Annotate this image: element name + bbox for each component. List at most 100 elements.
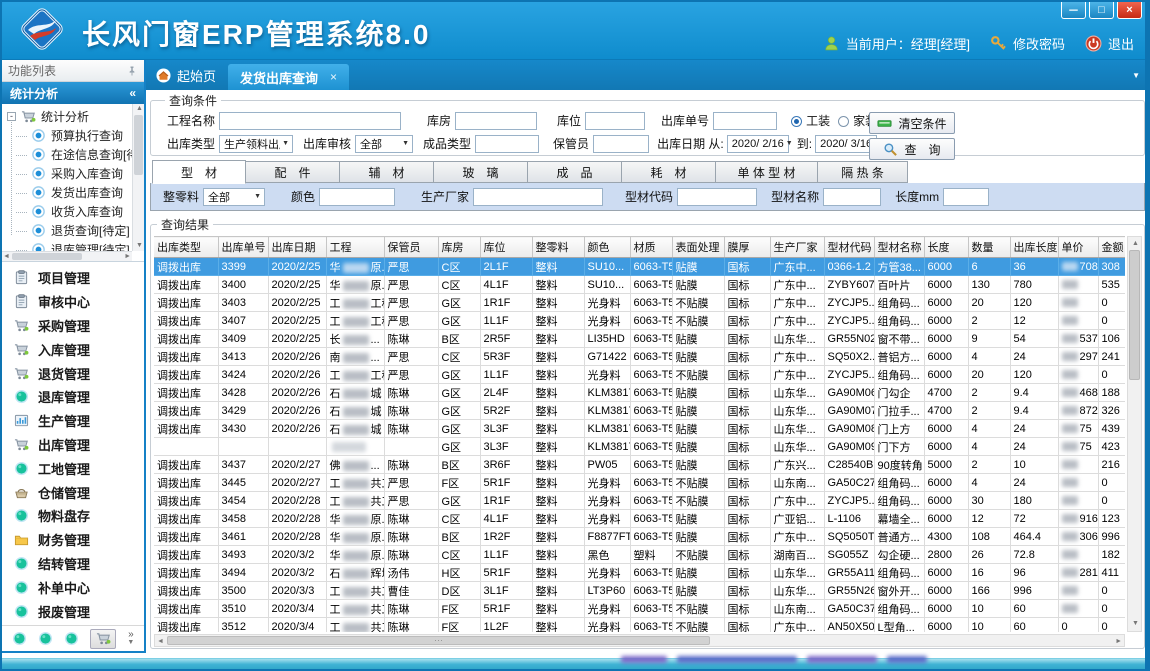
logout-button[interactable]: 退出 — [1085, 34, 1134, 53]
column-header-出库长度[interactable]: 出库长度 — [1010, 237, 1058, 258]
out-type-select[interactable]: 生产领料出库▼ — [219, 135, 293, 153]
table-row[interactable]: 调拨出库34612020/2/28华原...陈琳B区1R2F整料F8877FT6… — [154, 528, 1125, 546]
search-button[interactable]: 查 询 — [869, 138, 955, 160]
material-tab-辅材[interactable]: 辅 材 — [340, 161, 434, 183]
tree-vertical-scrollbar[interactable]: ▲ ▼ — [132, 104, 144, 251]
sidebar-item-退库管理[interactable]: 退库管理 — [2, 385, 144, 409]
date-from-select[interactable]: 2020/ 2/16▼ — [727, 135, 789, 153]
table-row[interactable]: 调拨出库34132020/2/26南...严思C区5R3F整料G71422606… — [154, 348, 1125, 366]
clear-conditions-button[interactable]: 清空条件 — [869, 112, 955, 134]
material-tab-型材[interactable]: 型 材 — [152, 160, 246, 184]
column-header-出库类型[interactable]: 出库类型 — [154, 237, 218, 258]
tree-item-采购入库查询[interactable]: 采购入库查询 — [7, 164, 132, 183]
table-row[interactable]: 调拨出库34032020/2/25工工程严思G区1R1F整料光身料6063-T5… — [154, 294, 1125, 312]
profile-name-input[interactable] — [823, 188, 881, 206]
tree-item-收货入库查询[interactable]: 收货入库查询 — [7, 202, 132, 221]
profile-code-input[interactable] — [677, 188, 757, 206]
tree-item-退货查询[待定][interactable]: 退货查询[待定] — [7, 221, 132, 240]
sidebar-item-财务管理[interactable]: 财务管理 — [2, 528, 144, 552]
tree-root[interactable]: -统计分析 — [7, 107, 132, 126]
dot-shortcut-icon[interactable] — [38, 631, 53, 646]
pin-icon[interactable] — [126, 65, 138, 77]
column-header-整零料[interactable]: 整零料 — [532, 237, 584, 258]
column-header-生产厂家[interactable]: 生产厂家 — [770, 237, 824, 258]
material-tab-隔热条[interactable]: 隔 热 条 — [818, 161, 908, 183]
sidebar-item-生产管理[interactable]: 生产管理 — [2, 409, 144, 433]
material-tab-成品[interactable]: 成 品 — [528, 161, 622, 183]
date-to-select[interactable]: 2020/ 3/16▼ — [815, 135, 877, 153]
dot-shortcut-icon[interactable] — [12, 631, 27, 646]
more-menus-button[interactable]: » ▼ — [127, 631, 134, 647]
column-header-数量[interactable]: 数量 — [968, 237, 1010, 258]
sidebar-item-项目管理[interactable]: 项目管理 — [2, 266, 144, 290]
table-row[interactable]: 调拨出库34542020/2/28工共工程严思G区1R1F整料光身料6063-T… — [154, 492, 1125, 510]
audit-select[interactable]: 全部▼ — [355, 135, 413, 153]
table-row[interactable]: G区3L3F整料KLM38176063-T5贴膜国标山东华...GA90M09.… — [154, 438, 1125, 456]
column-header-膜厚[interactable]: 膜厚 — [724, 237, 770, 258]
manufacturer-input[interactable] — [473, 188, 603, 206]
tree-item-在途信息查询[待[interactable]: 在途信息查询[待 — [7, 145, 132, 164]
cart-shortcut-button[interactable] — [90, 629, 116, 649]
column-header-工程[interactable]: 工程 — [326, 237, 384, 258]
column-header-材质[interactable]: 材质 — [630, 237, 672, 258]
location-input[interactable] — [585, 112, 645, 130]
sidebar-item-采购管理[interactable]: 采购管理 — [2, 314, 144, 338]
sidebar-item-退货管理[interactable]: 退货管理 — [2, 361, 144, 385]
table-row[interactable]: 调拨出库35122020/3/4工共工程陈琳F区1L2F整料光身料6063-T5… — [154, 618, 1125, 633]
radio-gongzhuang[interactable]: 工装 — [791, 112, 830, 129]
close-button[interactable]: × — [1117, 2, 1142, 19]
table-row[interactable]: 调拨出库34932020/3/2华原...陈琳C区1L1F整料黑色塑料不贴膜国标… — [154, 546, 1125, 564]
change-password-button[interactable]: 修改密码 — [990, 34, 1065, 53]
column-header-库位[interactable]: 库位 — [480, 237, 532, 258]
material-tab-配件[interactable]: 配 件 — [246, 161, 340, 183]
dot-shortcut-icon[interactable] — [64, 631, 79, 646]
column-header-出库单号[interactable]: 出库单号 — [218, 237, 268, 258]
collapse-icon[interactable]: « — [129, 86, 136, 100]
column-header-长度[interactable]: 长度 — [924, 237, 968, 258]
sidebar-item-审核中心[interactable]: 审核中心 — [2, 290, 144, 314]
tab-shipping-outbound-query[interactable]: 发货出库查询 × — [228, 64, 349, 90]
column-header-保管员[interactable]: 保管员 — [384, 237, 438, 258]
column-header-型材代码[interactable]: 型材代码 — [824, 237, 874, 258]
tree-item-退库管理[待定][interactable]: 退库管理[待定] — [7, 240, 132, 251]
table-row[interactable]: 调拨出库34002020/2/25华原...严思C区4L1F整料SU10...6… — [154, 276, 1125, 294]
table-row[interactable]: 调拨出库34242020/2/26工工程严思G区1L1F整料光身料6063-T5… — [154, 366, 1125, 384]
table-row[interactable]: 调拨出库34292020/2/26石城陈琳G区5R2F整料KLM38176063… — [154, 402, 1125, 420]
sidebar-item-工地管理[interactable]: 工地管理 — [2, 456, 144, 480]
grid-horizontal-scrollbar[interactable]: ◄ ► — [154, 634, 1125, 647]
tree-item-预算执行查询[interactable]: 预算执行查询 — [7, 126, 132, 145]
sidebar-item-结转管理[interactable]: 结转管理 — [2, 552, 144, 576]
table-row[interactable]: 调拨出库35102020/3/4工共工程陈琳F区5R1F整料光身料6063-T5… — [154, 600, 1125, 618]
sidebar-section-header[interactable]: 统计分析 « — [2, 82, 144, 104]
warehouse-input[interactable] — [455, 112, 537, 130]
sidebar-item-出库管理[interactable]: 出库管理 — [2, 433, 144, 457]
product-type-input[interactable] — [475, 135, 539, 153]
table-row[interactable]: 调拨出库34072020/2/25工工程严思G区1L1F整料光身料6063-T5… — [154, 312, 1125, 330]
sidebar-item-入库管理[interactable]: 入库管理 — [2, 337, 144, 361]
column-header-表面处理[interactable]: 表面处理 — [672, 237, 724, 258]
keeper-input[interactable] — [593, 135, 649, 153]
table-row[interactable]: 调拨出库35002020/3/3工共工程曹佳D区3L1F整料LT3P606063… — [154, 582, 1125, 600]
sidebar-item-仓储管理[interactable]: 仓储管理 — [2, 480, 144, 504]
column-header-型材名称[interactable]: 型材名称 — [874, 237, 924, 258]
sidebar-item-报废管理[interactable]: 报废管理 — [2, 599, 144, 623]
sidebar-item-物料盘存[interactable]: 物料盘存 — [2, 504, 144, 528]
tree-item-发货出库查询[interactable]: 发货出库查询 — [7, 183, 132, 202]
tree-horizontal-scrollbar[interactable]: ◄ ► — [2, 251, 132, 261]
color-input[interactable] — [319, 188, 395, 206]
column-header-颜色[interactable]: 颜色 — [584, 237, 630, 258]
order-no-input[interactable] — [713, 112, 777, 130]
table-row[interactable]: 调拨出库34452020/2/27工共工程严思F区5R1F整料光身料6063-T… — [154, 474, 1125, 492]
minimize-button[interactable]: － — [1061, 2, 1086, 19]
material-tab-单体型材[interactable]: 单 体 型 材 — [716, 161, 818, 183]
close-tab-icon[interactable]: × — [330, 70, 337, 84]
tab-list-caret-icon[interactable]: ▼ — [1132, 71, 1140, 80]
length-input[interactable] — [943, 188, 989, 206]
whole-piece-select[interactable]: 全部▼ — [203, 188, 265, 206]
column-header-金额[interactable]: 金额 — [1098, 237, 1125, 258]
table-row[interactable]: 调拨出库33992020/2/25华原...严思C区2L1F整料SU10...6… — [154, 258, 1125, 276]
material-tab-耗材[interactable]: 耗 材 — [622, 161, 716, 183]
column-header-库房[interactable]: 库房 — [438, 237, 480, 258]
table-row[interactable]: 调拨出库34372020/2/27佛...陈琳B区3R6F整料PW056063-… — [154, 456, 1125, 474]
maximize-button[interactable]: □ — [1089, 2, 1114, 19]
